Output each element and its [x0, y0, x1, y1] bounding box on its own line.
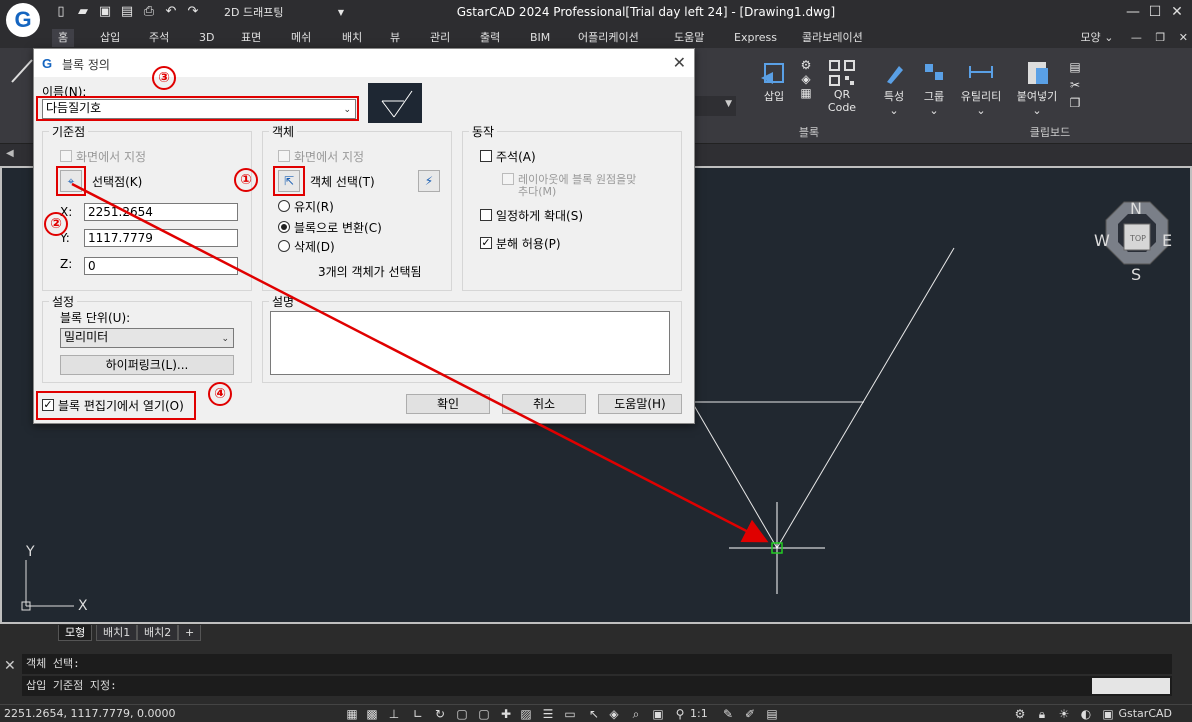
annotation-arrow [71, 182, 769, 543]
app-logo-icon[interactable]: G [6, 3, 40, 37]
